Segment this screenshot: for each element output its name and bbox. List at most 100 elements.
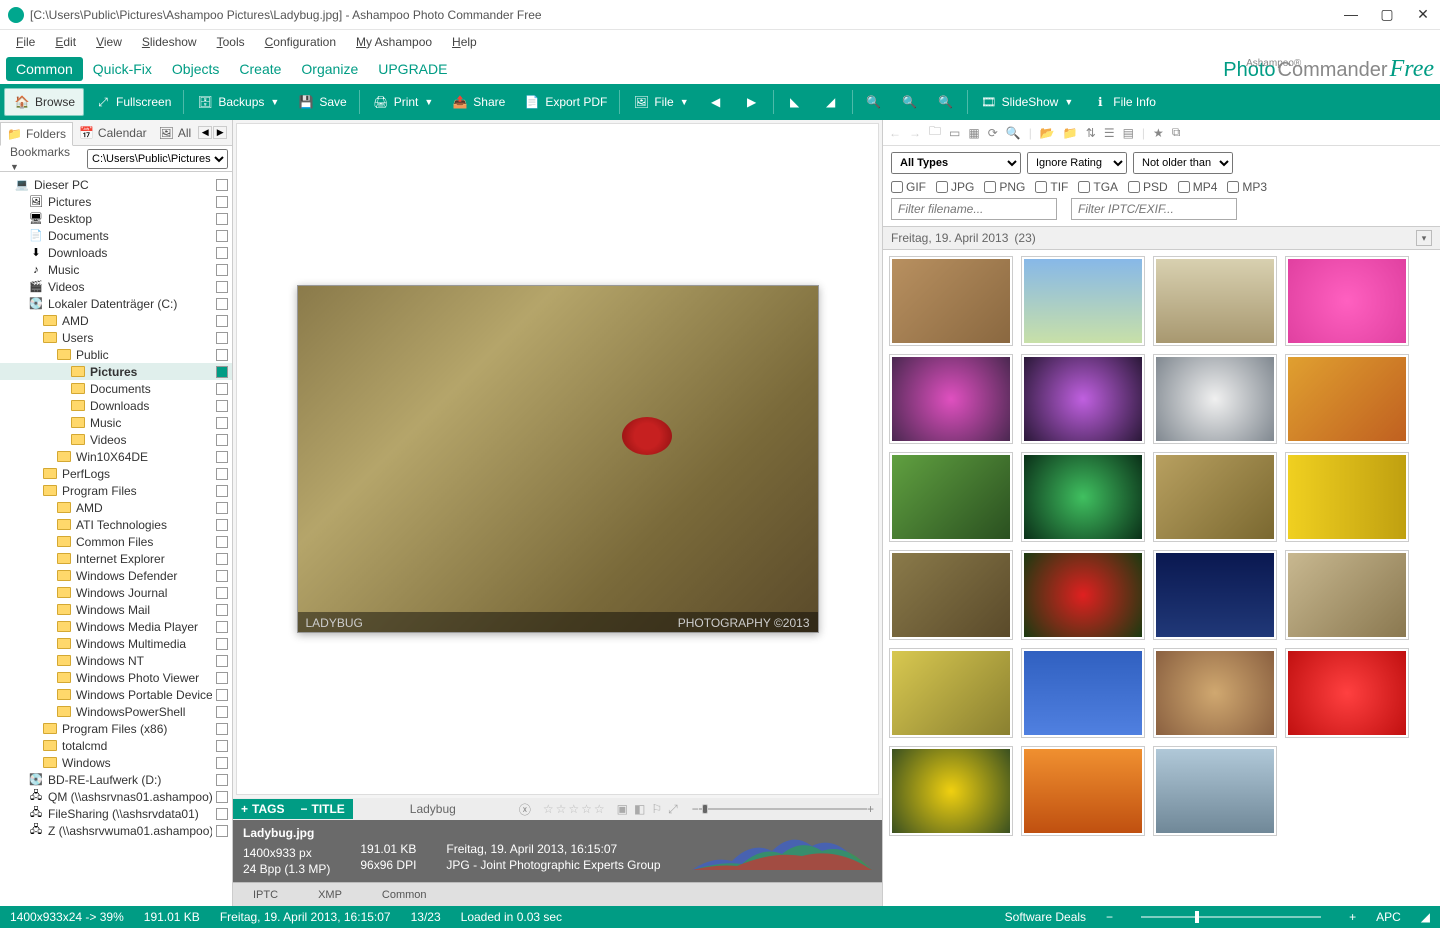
search-icon[interactable]: 🔍 (1006, 126, 1021, 140)
filter-iptc-input[interactable] (1071, 198, 1237, 220)
tab-calendar[interactable]: 📅 Calendar (73, 122, 153, 144)
zoom-slider[interactable] (1141, 916, 1321, 918)
expand-icon[interactable]: ⤢ (668, 802, 678, 817)
tab-upgrade[interactable]: UPGRADE (368, 57, 457, 81)
tree-node[interactable]: PerfLogs (0, 465, 232, 482)
grid-icon[interactable]: ▦ (968, 126, 979, 140)
tree-node[interactable]: 🖧FileSharing (\\ashsrvdata01) (0, 805, 232, 822)
tree-node[interactable]: ATI Technologies (0, 516, 232, 533)
details-icon[interactable]: ▤ (1123, 126, 1134, 140)
resize-grip-icon[interactable]: ◢ (1421, 910, 1430, 924)
tree-node[interactable]: Windows Mail (0, 601, 232, 618)
zoom-fit-button[interactable]: 🔍 (893, 89, 927, 115)
lefttabs-next[interactable]: ▶ (213, 126, 227, 139)
thumbnail[interactable] (889, 648, 1013, 738)
tree-node[interactable]: 💻Dieser PC (0, 176, 232, 193)
select-icon[interactable]: ▭ (949, 126, 960, 140)
tree-node[interactable]: Documents (0, 380, 232, 397)
menu-view[interactable]: View (88, 33, 130, 51)
thumbnail[interactable] (1285, 550, 1409, 640)
flag-icon[interactable]: ⚐ (651, 802, 662, 817)
chk-jpg[interactable]: JPG (936, 180, 974, 194)
save-button[interactable]: 💾 Save (289, 89, 354, 115)
menu-edit[interactable]: Edit (47, 33, 84, 51)
menu-tools[interactable]: Tools (209, 33, 253, 51)
print-button[interactable]: 🖨 Print▼ (364, 89, 442, 115)
copy2-icon[interactable]: ⧉ (1172, 125, 1181, 140)
thumbnail[interactable] (1153, 746, 1277, 836)
chk-png[interactable]: PNG (984, 180, 1025, 194)
tree-node[interactable]: Videos (0, 431, 232, 448)
tree-node[interactable]: ⬇Downloads (0, 244, 232, 261)
tree-node[interactable]: Windows Defender (0, 567, 232, 584)
thumbnail[interactable] (1021, 452, 1145, 542)
minimize-button[interactable]: — (1342, 6, 1360, 23)
rating-stars[interactable]: ☆ ☆ ☆ ☆ ☆ (537, 802, 611, 816)
thumbnail[interactable] (1153, 648, 1277, 738)
thumbnail[interactable] (1285, 452, 1409, 542)
chk-mp4[interactable]: MP4 (1178, 180, 1218, 194)
thumbnail[interactable] (1153, 354, 1277, 444)
copy-icon[interactable]: 🗀 (929, 122, 941, 143)
age-filter[interactable]: Not older than... (1133, 152, 1233, 174)
maximize-button[interactable]: ▢ (1378, 6, 1396, 23)
tree-node[interactable]: Windows Media Player (0, 618, 232, 635)
tab-objects[interactable]: Objects (162, 57, 229, 81)
file-menu-button[interactable]: 🖼 File▼ (624, 89, 696, 115)
tree-node[interactable]: Windows NT (0, 652, 232, 669)
tree-node[interactable]: Windows (0, 754, 232, 771)
menu-configuration[interactable]: Configuration (257, 33, 344, 51)
bookmarks-dropdown[interactable]: Bookmarks ▼ (4, 143, 83, 175)
star-icon[interactable]: ☆ (581, 802, 592, 816)
tab-organize[interactable]: Organize (291, 57, 368, 81)
preview-slider[interactable]: − + (684, 802, 882, 816)
tree-node[interactable]: 📄Documents (0, 227, 232, 244)
nav-fwd-icon[interactable]: → (909, 126, 921, 140)
tree-node[interactable]: 💽Lokaler Datenträger (C:) (0, 295, 232, 312)
tags-button[interactable]: +TAGS (233, 799, 292, 819)
fileinfo-button[interactable]: ℹ File Info (1083, 89, 1164, 115)
rating-filter[interactable]: Ignore Rating (1027, 152, 1127, 174)
thumbnail[interactable] (1153, 452, 1277, 542)
refresh-icon[interactable]: ⟳ (988, 126, 998, 140)
group-collapse[interactable]: ▾ (1416, 230, 1432, 246)
folder-tree[interactable]: 💻Dieser PC🖼Pictures🖥Desktop📄Documents⬇Do… (0, 172, 232, 906)
tree-node[interactable]: 💽BD-RE-Laufwerk (D:) (0, 771, 232, 788)
tree-node[interactable]: WindowsPowerShell (0, 703, 232, 720)
tree-node[interactable]: AMD (0, 312, 232, 329)
star-icon[interactable]: ☆ (543, 802, 554, 816)
tab-create[interactable]: Create (229, 57, 291, 81)
title-clear[interactable]: ⓧ (513, 801, 537, 818)
tree-node[interactable]: Program Files (0, 482, 232, 499)
share-button[interactable]: 📤 Share (443, 89, 513, 115)
filter-filename-input[interactable] (891, 198, 1057, 220)
chk-mp3[interactable]: MP3 (1227, 180, 1267, 194)
tree-node[interactable]: 🖧Z (\\ashsrvwuma01.ashampoo) (0, 822, 232, 839)
star-icon[interactable]: ☆ (568, 802, 579, 816)
menu-help[interactable]: Help (444, 33, 485, 51)
tree-node[interactable]: Pictures (0, 363, 232, 380)
tree-node[interactable]: Windows Photo Viewer (0, 669, 232, 686)
favorite-icon[interactable]: ▣ (617, 802, 628, 817)
slideshow-button[interactable]: 🎞 SlideShow▼ (972, 89, 1082, 115)
tab-common-meta[interactable]: Common (362, 885, 447, 905)
tree-node[interactable]: 🖼Pictures (0, 193, 232, 210)
group-header[interactable]: Freitag, 19. April 2013 (23) ▾ (883, 226, 1440, 250)
thumbnail[interactable] (889, 256, 1013, 346)
title-button[interactable]: −TITLE (292, 799, 352, 819)
thumbnail[interactable] (1285, 256, 1409, 346)
thumbnail[interactable] (889, 452, 1013, 542)
thumbnail[interactable] (889, 550, 1013, 640)
compare-icon[interactable]: ◧ (634, 802, 645, 817)
image-viewer[interactable]: LADYBUG PHOTOGRAPHY ©2013 (236, 123, 879, 795)
folder-new-icon[interactable]: 📁 (1063, 126, 1078, 140)
zoom-in-button[interactable]: 🔍 (929, 89, 963, 115)
tab-folders[interactable]: 📁 Folders (0, 122, 73, 146)
fullscreen-button[interactable]: ⤢ Fullscreen (86, 89, 179, 115)
lefttabs-prev[interactable]: ◀ (198, 126, 212, 139)
path-select[interactable]: C:\Users\Public\Pictures (87, 149, 228, 169)
browse-button[interactable]: 🏠 Browse (4, 88, 84, 116)
tree-node[interactable]: Common Files (0, 533, 232, 550)
thumbnail[interactable] (1153, 256, 1277, 346)
star-icon[interactable]: ★ (1153, 126, 1164, 140)
